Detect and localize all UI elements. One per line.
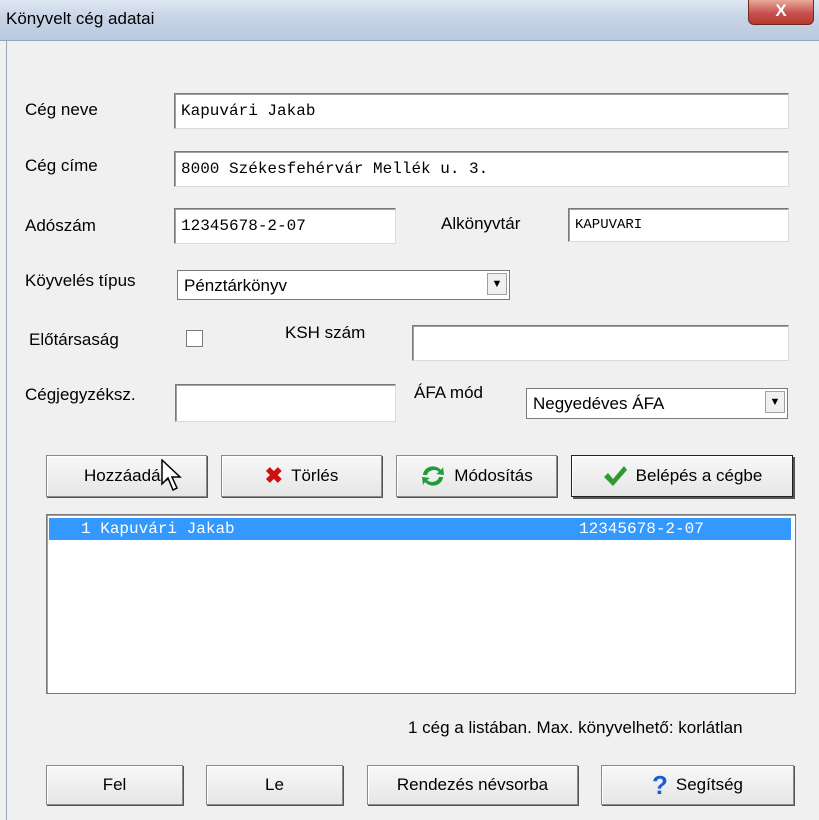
bookkeeping-type-label: Köyvelés típus <box>25 271 136 290</box>
company-name-input[interactable]: Kapuvári Jakab <box>174 93 789 129</box>
list-item[interactable]: 1 Kapuvári Jakab 12345678-2-07 <box>49 518 791 540</box>
pre-company-checkbox[interactable] <box>186 330 203 347</box>
delete-icon: ✖ <box>264 463 284 488</box>
down-button[interactable]: Le <box>206 765 343 805</box>
vat-mode-value: Negyedéves ÁFA <box>533 394 665 413</box>
sort-button[interactable]: Rendezés névsorba <box>367 765 578 805</box>
chevron-down-icon[interactable]: ▼ <box>765 391 785 413</box>
check-icon <box>603 466 627 486</box>
add-button-label: Hozzáadás <box>83 466 170 485</box>
pre-company-label: Előtársaság <box>29 330 119 349</box>
tax-number-input[interactable]: 12345678-2-07 <box>174 208 396 244</box>
list-item-name: 1 Kapuvári Jakab <box>81 520 235 538</box>
refresh-icon <box>422 466 445 486</box>
close-button[interactable]: X <box>748 0 814 25</box>
help-button[interactable]: ? Segítség <box>601 765 794 805</box>
vat-mode-select[interactable]: Negyedéves ÁFA ▼ <box>526 388 788 419</box>
delete-button-label: Törlés <box>291 466 339 485</box>
ksh-label: KSH szám <box>285 323 366 342</box>
ksh-input[interactable] <box>412 325 789 361</box>
down-button-label: Le <box>265 775 284 794</box>
modify-button-label: Módosítás <box>454 466 533 485</box>
help-button-label: Segítség <box>675 775 743 794</box>
up-button[interactable]: Fel <box>46 765 183 805</box>
company-list[interactable]: 1 Kapuvári Jakab 12345678-2-07 <box>46 514 796 694</box>
bookkeeping-type-select[interactable]: Pénztárkönyv ▼ <box>177 270 510 300</box>
company-address-input[interactable]: 8000 Székesfehérvár Mellék u. 3. <box>174 151 789 187</box>
company-address-label: Cég címe <box>25 156 98 175</box>
enter-company-button[interactable]: Belépés a cégbe <box>571 455 793 497</box>
list-item-tax: 12345678-2-07 <box>579 520 704 538</box>
up-button-label: Fel <box>102 775 127 794</box>
title-bar: Könyvelt cég adatai X <box>0 0 819 41</box>
company-name-label: Cég neve <box>25 100 98 119</box>
subdirectory-input[interactable]: KAPUVARI <box>568 208 789 242</box>
registry-number-label: Cégjegyzéksz. <box>25 385 136 404</box>
delete-button[interactable]: ✖ Törlés <box>221 455 382 497</box>
subdirectory-label: Alkönyvtár <box>441 214 521 233</box>
list-status: 1 cég a listában. Max. könyvelhető: korl… <box>408 718 743 737</box>
close-icon: X <box>775 1 787 20</box>
window-title: Könyvelt cég adatai <box>6 9 155 28</box>
modify-button[interactable]: Módosítás <box>396 455 557 497</box>
enter-company-button-label: Belépés a cégbe <box>635 466 763 485</box>
bookkeeping-type-value: Pénztárkönyv <box>184 276 287 295</box>
sort-button-label: Rendezés névsorba <box>396 775 549 794</box>
vat-mode-label: ÁFA mód <box>414 383 483 402</box>
registry-number-input[interactable] <box>175 384 396 422</box>
mouse-pointer-icon <box>161 459 182 492</box>
tax-number-label: Adószám <box>25 216 96 235</box>
chevron-down-icon[interactable]: ▼ <box>487 273 507 295</box>
help-icon: ? <box>652 770 668 800</box>
